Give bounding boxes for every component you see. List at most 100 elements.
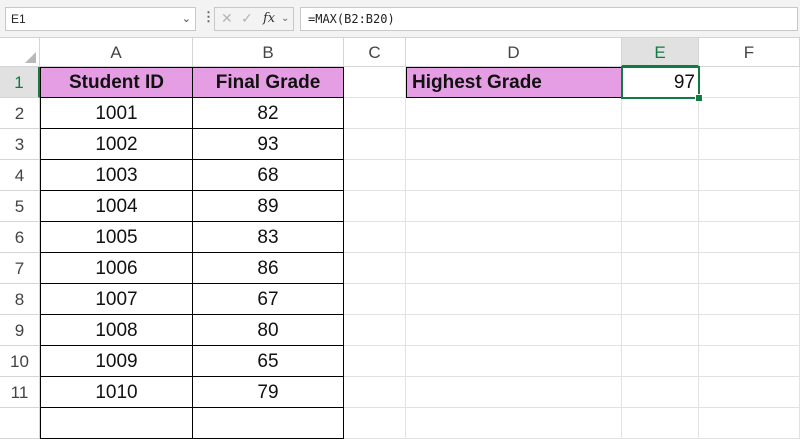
chevron-down-icon[interactable]: ⌄: [182, 8, 191, 30]
empty-cell[interactable]: [622, 191, 699, 222]
cancel-icon[interactable]: ✕: [221, 10, 233, 27]
empty-cell[interactable]: [344, 315, 406, 346]
empty-cell[interactable]: [622, 284, 699, 315]
empty-cell[interactable]: [344, 160, 406, 191]
cell-b1-header-final-grade[interactable]: Final Grade: [193, 67, 344, 98]
empty-cell[interactable]: [699, 253, 800, 284]
empty-cell[interactable]: [622, 222, 699, 253]
empty-cell[interactable]: [699, 377, 800, 408]
empty-cell[interactable]: [406, 346, 622, 377]
row-header-11[interactable]: 11: [0, 377, 40, 408]
cell-b12[interactable]: [193, 408, 344, 439]
cell-student-id[interactable]: 1001: [40, 98, 193, 129]
empty-cell[interactable]: [622, 160, 699, 191]
empty-cell[interactable]: [344, 346, 406, 377]
fill-handle[interactable]: [695, 94, 703, 102]
name-box[interactable]: E1 ⌄: [5, 7, 196, 31]
empty-cell[interactable]: [344, 377, 406, 408]
row-header-6[interactable]: 6: [0, 222, 40, 253]
cell-student-id[interactable]: 1010: [40, 377, 193, 408]
empty-cell[interactable]: [406, 315, 622, 346]
empty-cell[interactable]: [406, 253, 622, 284]
cell-c1[interactable]: [344, 67, 406, 98]
cell-final-grade[interactable]: 67: [193, 284, 344, 315]
empty-cell[interactable]: [344, 253, 406, 284]
row-header-7[interactable]: 7: [0, 253, 40, 284]
cell-a12[interactable]: [40, 408, 193, 439]
column-header-e[interactable]: E: [622, 38, 699, 67]
empty-cell[interactable]: [406, 160, 622, 191]
cell-student-id[interactable]: 1008: [40, 315, 193, 346]
column-header-c[interactable]: C: [344, 38, 406, 67]
row-header-5[interactable]: 5: [0, 191, 40, 222]
cell-student-id[interactable]: 1005: [40, 222, 193, 253]
row-header-3[interactable]: 3: [0, 129, 40, 160]
row-header-4[interactable]: 4: [0, 160, 40, 191]
empty-cell[interactable]: [699, 191, 800, 222]
row-header-10[interactable]: 10: [0, 346, 40, 377]
row-header-8[interactable]: 8: [0, 284, 40, 315]
empty-cell[interactable]: [406, 129, 622, 160]
cell-final-grade[interactable]: 83: [193, 222, 344, 253]
empty-cell[interactable]: [699, 315, 800, 346]
cell-final-grade[interactable]: 68: [193, 160, 344, 191]
cell-final-grade[interactable]: 79: [193, 377, 344, 408]
cell-d1-summary-label[interactable]: Highest Grade: [406, 67, 622, 98]
empty-cell[interactable]: [699, 222, 800, 253]
empty-cell[interactable]: [406, 191, 622, 222]
cell-student-id[interactable]: 1006: [40, 253, 193, 284]
column-header-f[interactable]: F: [699, 38, 800, 67]
cell-e1-summary-value[interactable]: 97: [622, 67, 699, 98]
empty-cell[interactable]: [406, 377, 622, 408]
row-header-2[interactable]: 2: [0, 98, 40, 129]
empty-cell[interactable]: [699, 129, 800, 160]
formula-input[interactable]: =MAX(B2:B20): [300, 7, 798, 31]
empty-cell[interactable]: [699, 346, 800, 377]
empty-cell[interactable]: [622, 315, 699, 346]
empty-cell[interactable]: [406, 284, 622, 315]
cell-student-id[interactable]: 1002: [40, 129, 193, 160]
empty-cell[interactable]: [406, 408, 622, 439]
chevron-down-icon[interactable]: ⌄: [281, 13, 289, 24]
cell-final-grade[interactable]: 93: [193, 129, 344, 160]
cell-final-grade[interactable]: 80: [193, 315, 344, 346]
empty-cell[interactable]: [344, 284, 406, 315]
cell-final-grade[interactable]: 65: [193, 346, 344, 377]
empty-cell[interactable]: [699, 284, 800, 315]
column-header-b[interactable]: B: [193, 38, 344, 67]
empty-cell[interactable]: [622, 129, 699, 160]
column-header-a[interactable]: A: [40, 38, 193, 67]
empty-cell[interactable]: [344, 191, 406, 222]
empty-cell[interactable]: [406, 222, 622, 253]
cell-final-grade[interactable]: 86: [193, 253, 344, 284]
empty-cell[interactable]: [622, 98, 699, 129]
empty-cell[interactable]: [622, 408, 699, 439]
row-header-9[interactable]: 9: [0, 315, 40, 346]
empty-cell[interactable]: [699, 408, 800, 439]
row-header-12[interactable]: [0, 408, 40, 439]
cell-final-grade[interactable]: 82: [193, 98, 344, 129]
column-header-d[interactable]: D: [406, 38, 622, 67]
row-header-1[interactable]: 1: [0, 67, 40, 98]
cell-student-id[interactable]: 1003: [40, 160, 193, 191]
empty-cell[interactable]: [699, 98, 800, 129]
cell-student-id[interactable]: 1009: [40, 346, 193, 377]
insert-function-button[interactable]: fx: [263, 11, 275, 26]
cell-student-id[interactable]: 1004: [40, 191, 193, 222]
cell-final-grade[interactable]: 89: [193, 191, 344, 222]
cell-a1-header-student-id[interactable]: Student ID: [40, 67, 193, 98]
select-all-button[interactable]: [0, 38, 40, 67]
cell-student-id[interactable]: 1007: [40, 284, 193, 315]
more-options-icon[interactable]: ⋮: [202, 9, 215, 25]
empty-cell[interactable]: [344, 222, 406, 253]
confirm-icon[interactable]: ✓: [241, 10, 253, 27]
empty-cell[interactable]: [622, 346, 699, 377]
empty-cell[interactable]: [344, 98, 406, 129]
empty-cell[interactable]: [622, 377, 699, 408]
empty-cell[interactable]: [344, 408, 406, 439]
empty-cell[interactable]: [406, 98, 622, 129]
empty-cell[interactable]: [622, 253, 699, 284]
cell-f1[interactable]: [699, 67, 800, 98]
empty-cell[interactable]: [699, 160, 800, 191]
empty-cell[interactable]: [344, 129, 406, 160]
